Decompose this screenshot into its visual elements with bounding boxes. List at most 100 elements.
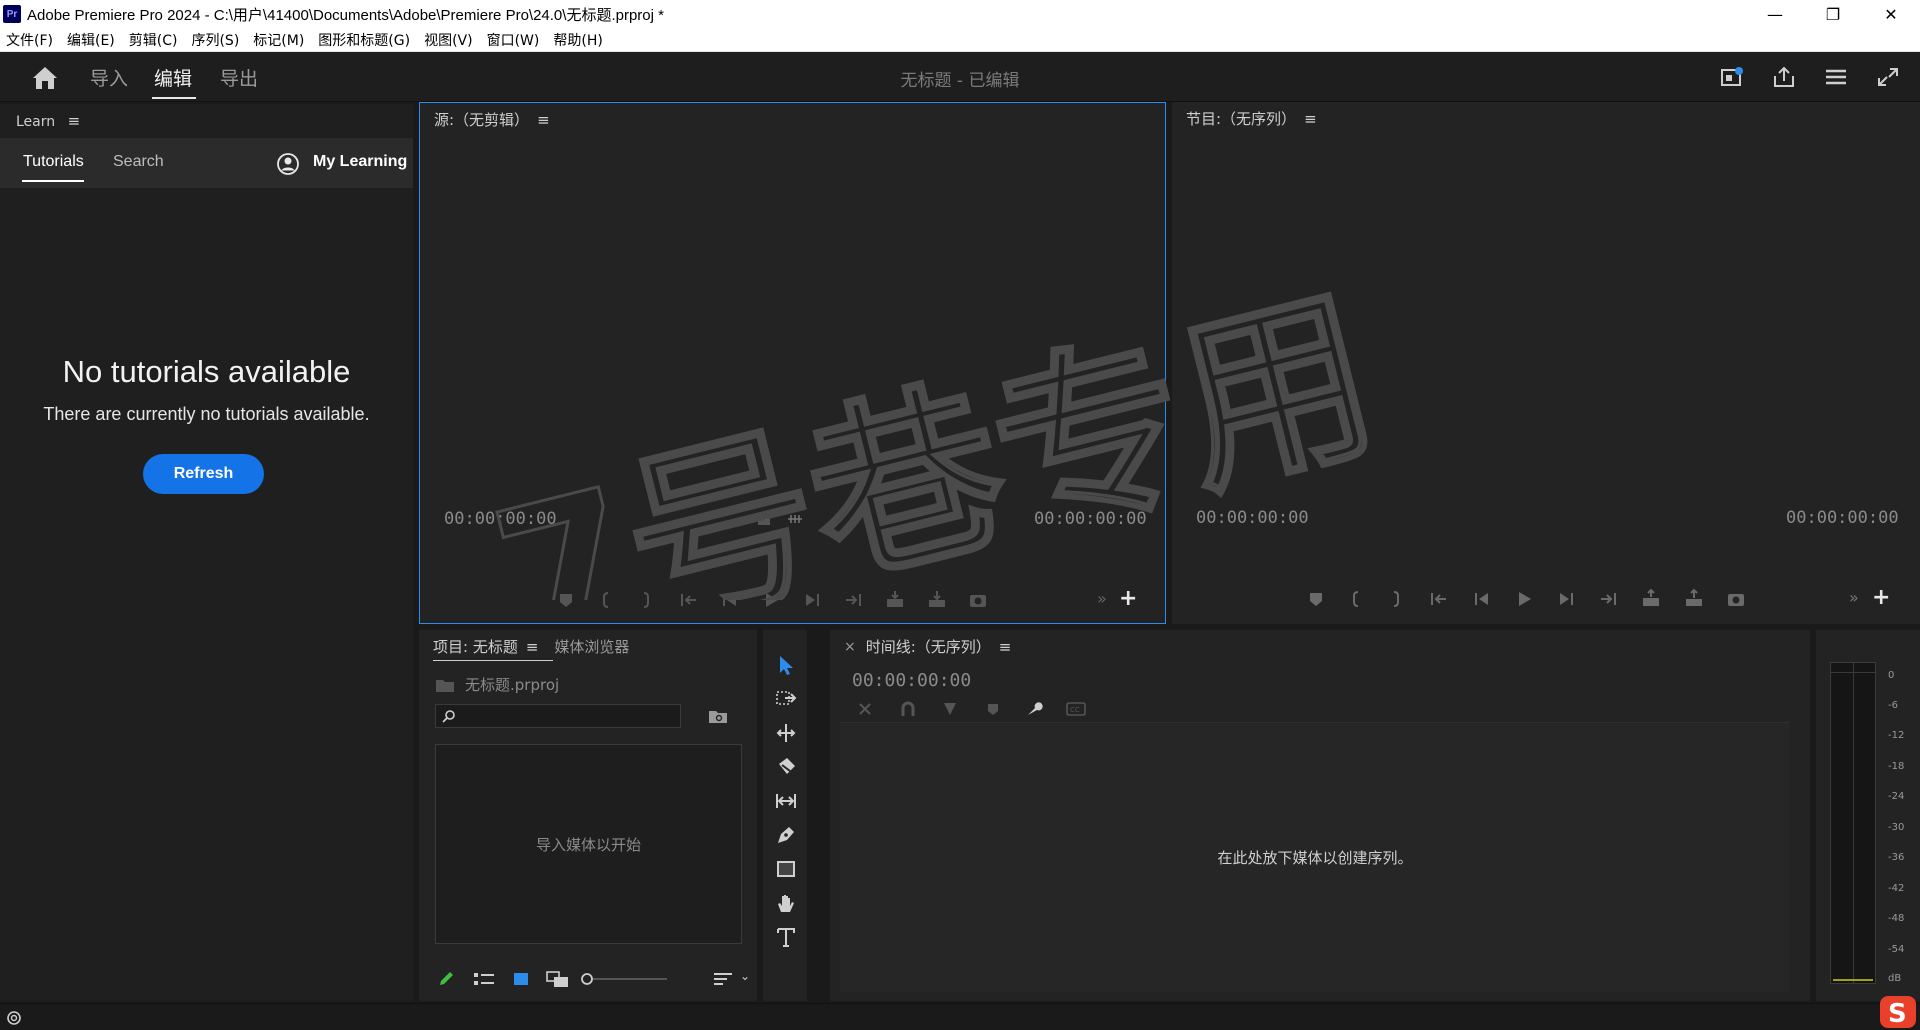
- timeline-close-icon[interactable]: ×: [844, 639, 856, 655]
- menu-clip[interactable]: 剪辑(C): [129, 30, 178, 50]
- source-timecode-out[interactable]: 00:00:00:00: [1034, 509, 1147, 529]
- menu-help[interactable]: 帮助(H): [553, 30, 602, 50]
- program-monitor-tab[interactable]: 节目:（无序列）: [1186, 108, 1296, 129]
- menu-sequence[interactable]: 序列(S): [191, 30, 239, 50]
- step-forward-icon[interactable]: [801, 589, 823, 611]
- button-editor-icon[interactable]: +: [1872, 585, 1890, 610]
- mark-in-icon[interactable]: [595, 589, 617, 611]
- nest-icon[interactable]: [856, 700, 874, 718]
- my-learning-link[interactable]: My Learning: [313, 153, 407, 171]
- extract-icon[interactable]: [1683, 588, 1705, 610]
- captions-icon[interactable]: CC: [1066, 701, 1086, 717]
- project-search-input[interactable]: [435, 704, 681, 728]
- ime-icon[interactable]: S: [1878, 994, 1918, 1030]
- chevron-down-icon[interactable]: ⌄: [740, 969, 750, 983]
- step-back-icon[interactable]: [1471, 588, 1493, 610]
- go-to-out-icon[interactable]: [1597, 588, 1619, 610]
- slip-tool-icon[interactable]: [775, 790, 797, 812]
- menu-window[interactable]: 窗口(W): [487, 30, 540, 50]
- zoom-slider[interactable]: [581, 970, 671, 988]
- learn-panel-title[interactable]: Learn: [16, 114, 55, 130]
- project-drop-area[interactable]: 导入媒体以开始: [435, 744, 742, 944]
- rectangle-tool-icon[interactable]: [775, 858, 797, 880]
- export-frame-icon[interactable]: [967, 589, 989, 611]
- menu-edit[interactable]: 编辑(E): [67, 30, 115, 50]
- type-tool-icon[interactable]: [775, 926, 797, 948]
- step-back-icon[interactable]: [719, 589, 741, 611]
- program-timecode-in[interactable]: 00:00:00:00: [1196, 508, 1309, 528]
- timeline-tab[interactable]: 时间线:（无序列）: [866, 636, 991, 657]
- razor-tool-icon[interactable]: [775, 756, 797, 778]
- ripple-edit-tool-icon[interactable]: [775, 722, 797, 744]
- tab-import[interactable]: 导入: [90, 64, 128, 91]
- source-timecode-in[interactable]: 00:00:00:00: [444, 509, 557, 529]
- tab-edit[interactable]: 编辑: [154, 64, 192, 91]
- fit-icon[interactable]: [756, 511, 772, 527]
- audio-meter-bar[interactable]: [1830, 662, 1876, 984]
- source-monitor-tab[interactable]: 源:（无剪辑）: [434, 109, 529, 130]
- overwrite-icon[interactable]: [926, 589, 948, 611]
- add-marker-icon[interactable]: [555, 589, 577, 611]
- more-controls-icon[interactable]: »: [1097, 589, 1107, 608]
- more-controls-icon[interactable]: »: [1849, 588, 1859, 607]
- go-to-in-icon[interactable]: [678, 589, 700, 611]
- icon-view-icon[interactable]: [512, 970, 530, 988]
- home-icon[interactable]: [28, 64, 62, 92]
- workspaces-icon[interactable]: [1823, 65, 1849, 89]
- timeline-timecode[interactable]: 00:00:00:00: [852, 670, 971, 691]
- step-forward-icon[interactable]: [1555, 588, 1577, 610]
- creative-cloud-icon[interactable]: [4, 1010, 24, 1026]
- fullscreen-icon[interactable]: [1875, 65, 1901, 89]
- quick-export-icon[interactable]: [1719, 65, 1745, 89]
- freeform-view-icon[interactable]: [546, 970, 570, 988]
- add-marker-icon[interactable]: [984, 700, 1002, 718]
- restore-button[interactable]: ❐: [1804, 0, 1862, 28]
- source-monitor-panel[interactable]: 源:（无剪辑） ≡ 00:00:00:00 00:00:00:00 » +: [419, 102, 1166, 624]
- panel-menu-icon[interactable]: ≡: [999, 638, 1012, 656]
- tab-media-browser[interactable]: 媒体浏览器: [554, 636, 629, 657]
- timeline-drop-area[interactable]: 在此处放下媒体以创建序列。: [840, 722, 1790, 992]
- tab-tutorials[interactable]: Tutorials: [23, 153, 84, 171]
- button-editor-icon[interactable]: +: [1119, 586, 1137, 611]
- selection-tool-icon[interactable]: [775, 654, 797, 676]
- find-icon[interactable]: [708, 708, 728, 724]
- menu-markers[interactable]: 标记(M): [253, 30, 304, 50]
- mark-out-icon[interactable]: [1385, 588, 1407, 610]
- panel-menu-icon[interactable]: ≡: [526, 638, 539, 656]
- go-to-out-icon[interactable]: [842, 589, 864, 611]
- settings-wrench-icon[interactable]: [1025, 700, 1043, 718]
- menu-file[interactable]: 文件(F): [6, 30, 53, 50]
- tab-project[interactable]: 项目: 无标题: [433, 636, 518, 657]
- snap-icon[interactable]: [899, 700, 917, 718]
- program-monitor-panel[interactable]: 节目:（无序列） ≡ 00:00:00:00 00:00:00:00 » +: [1172, 102, 1920, 624]
- tab-export[interactable]: 导出: [220, 64, 258, 91]
- play-icon[interactable]: [1513, 588, 1535, 610]
- close-button[interactable]: ✕: [1862, 0, 1920, 28]
- add-marker-icon[interactable]: [1305, 588, 1327, 610]
- minimize-button[interactable]: —: [1746, 0, 1804, 28]
- linked-selection-icon[interactable]: [941, 700, 959, 718]
- tab-search[interactable]: Search: [113, 153, 164, 171]
- pencil-icon[interactable]: [437, 970, 455, 988]
- refresh-button[interactable]: Refresh: [143, 454, 264, 494]
- list-view-icon[interactable]: [473, 971, 495, 987]
- menu-graphics[interactable]: 图形和标题(G): [318, 30, 410, 50]
- program-timecode-out[interactable]: 00:00:00:00: [1786, 508, 1899, 528]
- insert-icon[interactable]: [884, 589, 906, 611]
- go-to-in-icon[interactable]: [1428, 588, 1450, 610]
- drag-audio-icon[interactable]: [786, 511, 804, 527]
- track-select-tool-icon[interactable]: [775, 688, 797, 710]
- export-frame-icon[interactable]: [1725, 588, 1747, 610]
- hand-tool-icon[interactable]: [775, 892, 797, 914]
- panel-menu-icon[interactable]: ≡: [1304, 110, 1317, 128]
- user-icon[interactable]: [276, 152, 300, 176]
- mark-out-icon[interactable]: [635, 589, 657, 611]
- panel-menu-icon[interactable]: ≡: [68, 112, 81, 130]
- menu-view[interactable]: 视图(V): [424, 30, 473, 50]
- share-icon[interactable]: [1771, 65, 1797, 89]
- play-icon[interactable]: [760, 589, 782, 611]
- lift-icon[interactable]: [1640, 588, 1662, 610]
- sort-icon[interactable]: [713, 971, 733, 987]
- pen-tool-icon[interactable]: [775, 824, 797, 846]
- panel-menu-icon[interactable]: ≡: [537, 111, 550, 129]
